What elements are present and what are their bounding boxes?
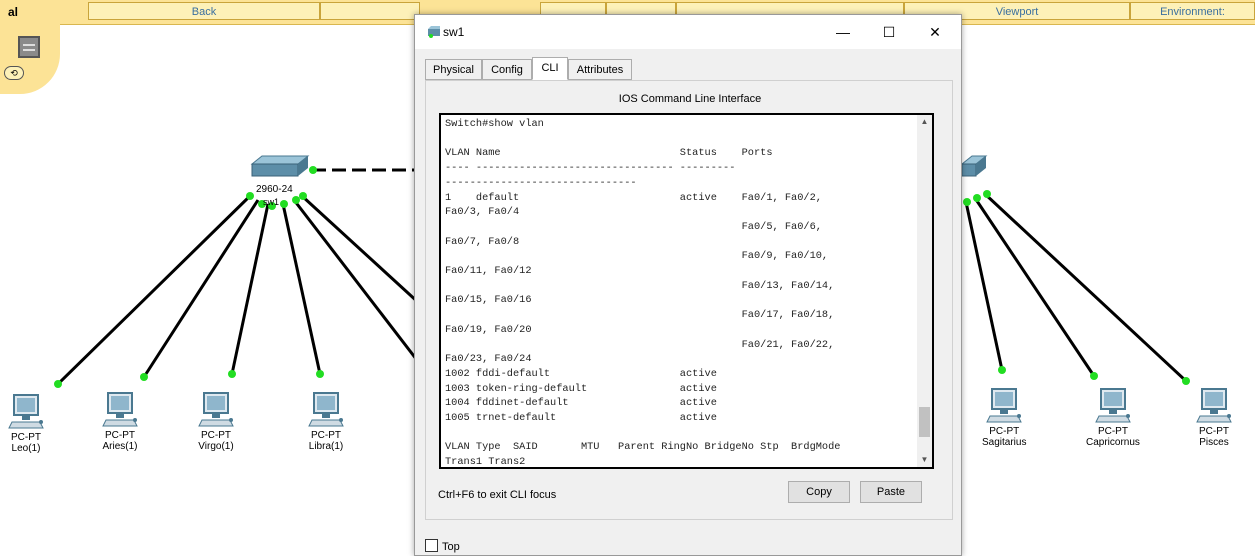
tab-config[interactable]: Config [482, 59, 532, 80]
window-title: sw1 [443, 25, 465, 39]
cli-scrollbar[interactable]: ▲ ▼ [917, 115, 932, 467]
pc-name-label: Capricornus [1086, 437, 1140, 448]
scroll-down-icon[interactable]: ▼ [917, 453, 932, 467]
toolbar-button-blank-1[interactable] [320, 2, 420, 20]
pc-type-label: PC-PT [11, 432, 41, 443]
cli-heading: IOS Command Line Interface [618, 93, 762, 105]
tab-attributes[interactable]: Attributes [568, 59, 632, 80]
switch-name-label: sw1 [263, 197, 280, 207]
cable-libra[interactable] [281, 203, 322, 375]
window-titlebar[interactable]: sw1 — ☐ ✕ [415, 15, 961, 49]
pc-node[interactable]: PC-PT Pisces [1194, 386, 1234, 448]
pc-node[interactable]: PC-PT Aries(1) [100, 390, 140, 452]
pc-name-label: Leo(1) [11, 443, 41, 454]
pc-type-label: PC-PT [989, 426, 1020, 437]
pc-name-label: Pisces [1199, 437, 1229, 448]
pc-name-label: Libra(1) [308, 441, 344, 452]
pc-node[interactable]: PC-PT Sagitarius [982, 386, 1026, 448]
pc-name-label: Sagitarius [982, 437, 1027, 448]
back-button[interactable]: Back [88, 2, 320, 20]
pc-type-label: PC-PT [311, 430, 341, 441]
pc-name-label: Aries(1) [102, 441, 138, 452]
environment-button[interactable]: Environment: [1130, 2, 1255, 20]
right-switch-icon[interactable] [960, 155, 988, 177]
pc-node[interactable]: PC-PT Leo(1) [6, 392, 46, 454]
switch-app-icon [428, 26, 440, 38]
logical-tab[interactable]: al [0, 0, 90, 24]
pc-icon [986, 388, 1023, 423]
pc-icon [198, 392, 234, 427]
pc-icon [1196, 388, 1232, 423]
cable-pisces[interactable] [983, 192, 1188, 383]
copy-button[interactable]: Copy [788, 481, 850, 503]
pc-name-label: Virgo(1) [198, 441, 234, 452]
tab-cli[interactable]: CLI [532, 57, 568, 80]
cable-sagitarius[interactable] [964, 201, 1004, 371]
pc-type-label: PC-PT [201, 430, 231, 441]
pc-type-label: PC-PT [1199, 426, 1229, 437]
device-window: sw1 — ☐ ✕ Physical Config CLI Attributes… [414, 14, 962, 556]
pc-icon [8, 394, 44, 429]
pc-node[interactable]: PC-PT Capricornus [1086, 386, 1140, 448]
minimize-button[interactable]: — [821, 15, 865, 49]
cable-aries[interactable] [142, 199, 260, 378]
cli-output[interactable]: Switch#show vlan VLAN Name Status Ports … [445, 117, 915, 467]
switch-icon[interactable] [250, 155, 310, 177]
cli-focus-hint: Ctrl+F6 to exit CLI focus [438, 489, 557, 501]
top-checkbox-row[interactable]: Top [425, 539, 460, 553]
pc-icon [1095, 388, 1131, 423]
pc-type-label: PC-PT [1097, 426, 1128, 437]
cable-leo[interactable] [56, 192, 254, 386]
close-button[interactable]: ✕ [913, 15, 957, 49]
cli-panel: IOS Command Line Interface Switch#show v… [425, 80, 953, 520]
pc-node[interactable]: PC-PT Virgo(1) [196, 390, 236, 452]
switch-model-label: 2960-24 [256, 184, 293, 195]
pc-type-label: PC-PT [105, 430, 135, 441]
cli-console[interactable]: Switch#show vlan VLAN Name Status Ports … [439, 113, 934, 469]
top-checkbox[interactable] [425, 539, 438, 552]
scroll-up-icon[interactable]: ▲ [917, 115, 932, 129]
tab-physical[interactable]: Physical [425, 59, 482, 80]
cable-capricornus[interactable] [973, 197, 1096, 377]
pc-node[interactable]: PC-PT Libra(1) [306, 390, 346, 452]
scroll-thumb[interactable] [919, 407, 930, 437]
paste-button[interactable]: Paste [860, 481, 922, 503]
pc-icon [308, 392, 344, 427]
pc-icon [102, 392, 138, 427]
top-checkbox-label: Top [442, 541, 460, 553]
maximize-button[interactable]: ☐ [867, 15, 911, 49]
